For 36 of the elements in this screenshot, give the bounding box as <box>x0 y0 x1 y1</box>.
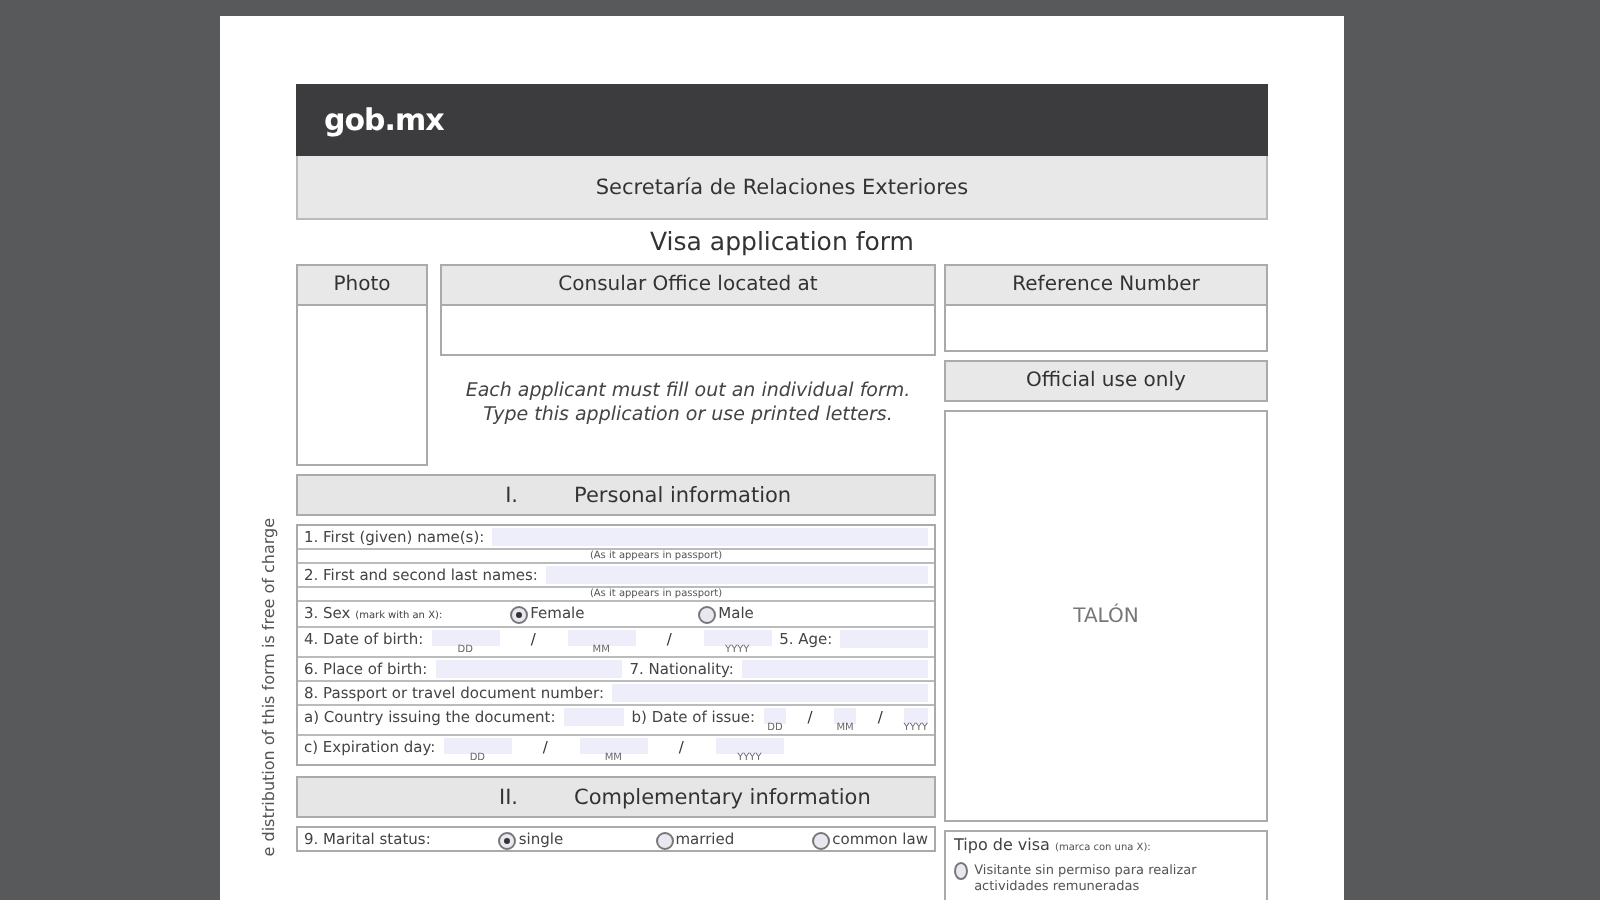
instructions-text: Each applicant must fill out an individual form. Type this application or use printed letters. <box>463 378 913 428</box>
logo: gob.mx <box>296 84 1268 156</box>
agency-banner: Secretaría de Relaciones Exteriores <box>296 156 1268 220</box>
photo-label: Photo <box>298 266 426 306</box>
date-field[interactable] <box>903 708 928 724</box>
radio-button[interactable] <box>698 605 717 623</box>
date-field[interactable] <box>567 630 636 646</box>
side-note: e distribution of this form is free of charge <box>260 518 280 857</box>
date-field[interactable] <box>703 630 772 646</box>
date-field[interactable] <box>579 738 648 754</box>
date-field[interactable] <box>715 738 784 754</box>
form-title: Visa application form <box>648 224 916 260</box>
section-title: Personal information <box>574 483 792 507</box>
date-field[interactable] <box>431 630 500 646</box>
official-use-label: Official use only <box>946 362 1266 400</box>
radio-button[interactable] <box>510 605 529 623</box>
consular-office-label: Consular Office located at <box>442 266 934 306</box>
input-field[interactable] <box>492 528 928 546</box>
date-field[interactable] <box>443 738 512 754</box>
input-field[interactable] <box>611 684 928 702</box>
section-number: I. <box>503 483 520 507</box>
radio-button[interactable] <box>498 831 517 849</box>
stamp-area: TALÓN <box>944 410 1268 822</box>
input-field[interactable] <box>741 660 929 678</box>
input-field[interactable] <box>840 630 928 648</box>
input-field[interactable] <box>563 708 624 726</box>
date-field[interactable] <box>763 708 787 724</box>
section-title: Complementary information <box>574 785 871 809</box>
radio-button[interactable] <box>655 831 674 849</box>
reference-number-label: Reference Number <box>946 266 1266 306</box>
section-number: II. <box>496 785 520 809</box>
date-field[interactable] <box>833 708 857 724</box>
radio-button[interactable] <box>954 862 969 880</box>
input-field[interactable] <box>545 566 928 584</box>
input-field[interactable] <box>435 660 622 678</box>
radio-button[interactable] <box>812 831 831 849</box>
